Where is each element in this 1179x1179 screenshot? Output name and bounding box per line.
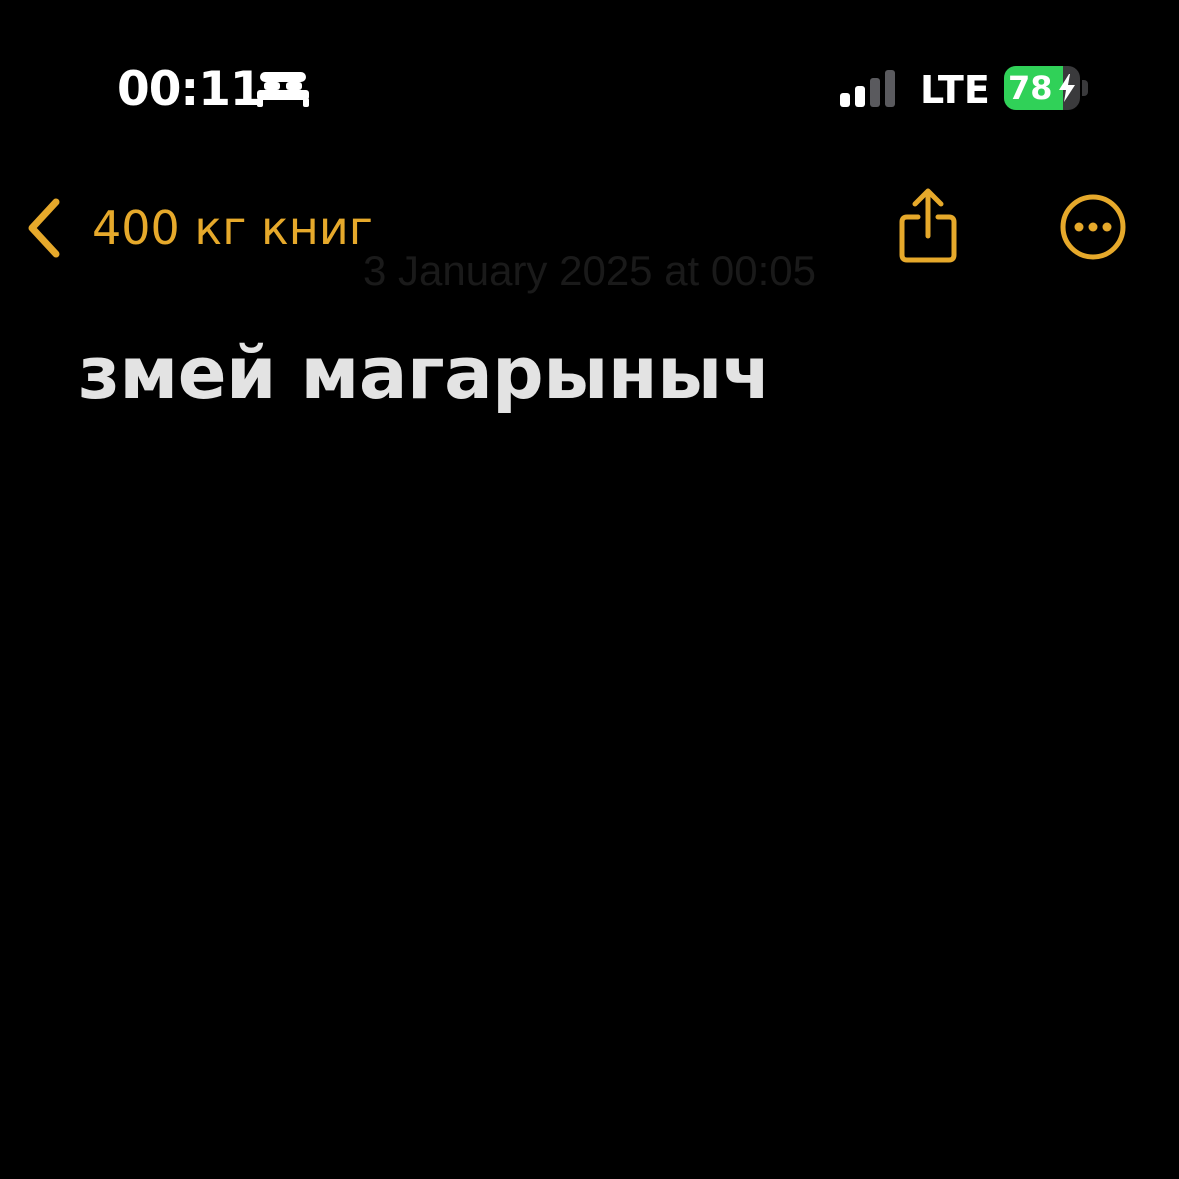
network-type-label: LTE [920, 68, 990, 112]
note-title[interactable]: змей магарыныч [78, 330, 771, 416]
note-date: 3 January 2025 at 00:05 [362, 247, 817, 294]
more-options-button[interactable] [1058, 192, 1128, 262]
charging-bolt-icon [1059, 74, 1075, 102]
battery-level: 78 [1008, 69, 1053, 107]
battery-cap [1082, 80, 1088, 96]
status-time: 00:11 [117, 62, 263, 117]
bed-icon [257, 72, 309, 107]
share-icon [899, 188, 957, 263]
battery-indicator: 78 [1004, 66, 1088, 110]
ellipsis-circle-icon [1060, 194, 1126, 260]
share-button[interactable] [895, 186, 961, 266]
cellular-signal-icon [840, 70, 895, 107]
battery-body: 78 [1004, 66, 1080, 110]
